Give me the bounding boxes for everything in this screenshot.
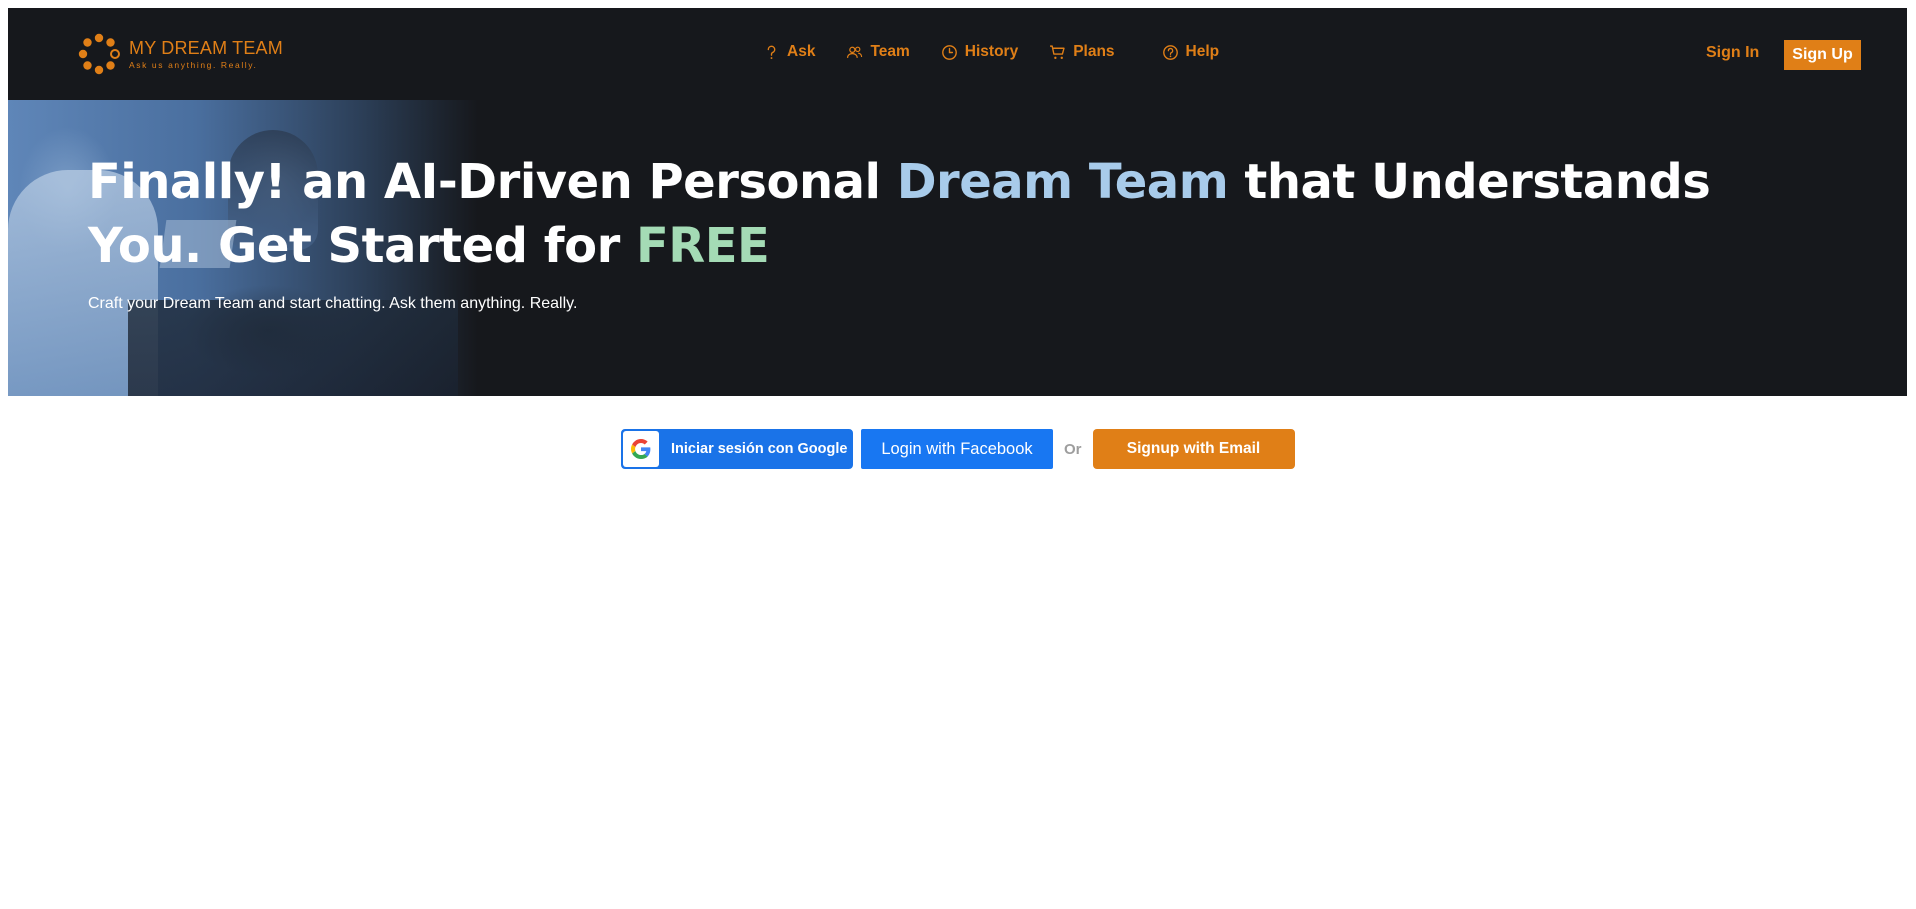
users-icon [847, 46, 863, 58]
google-signin-button[interactable]: Iniciar sesión con Google [621, 429, 853, 469]
nav-item-label: Help [1185, 43, 1220, 60]
nav-item-label: Team [870, 43, 910, 60]
auth-buttons: Iniciar sesión con Google Login with Fac… [621, 429, 1295, 469]
main-nav: Ask Team History Plans Help [763, 43, 1250, 61]
google-logo-box [623, 431, 659, 467]
nav-item-label: Ask [787, 43, 816, 60]
signup-email-button[interactable]: Signup with Email [1092, 429, 1295, 469]
nav-item-label: Plans [1073, 43, 1115, 60]
cart-icon [1050, 44, 1065, 59]
hero-title: Finally! an AI-Driven Personal Dream Tea… [88, 150, 1738, 278]
nav-item-label: History [964, 43, 1019, 60]
navbar: MY DREAM TEAM Ask us anything. Really. A… [8, 8, 1907, 100]
logo-icon [78, 33, 120, 75]
hero-title-part: Finally! an AI-Driven Personal [88, 154, 897, 210]
nav-item-team[interactable]: Team [846, 43, 910, 61]
hero-subtitle: Craft your Dream Team and start chatting… [88, 295, 578, 312]
nav-item-plans[interactable]: Plans [1049, 43, 1115, 61]
nav-item-history[interactable]: History [941, 43, 1018, 61]
hero-title-highlight-free: FREE [635, 218, 770, 274]
hero-title-highlight-dream-team: Dream Team [896, 154, 1229, 210]
hero-banner: Finally! an AI-Driven Personal Dream Tea… [8, 100, 1907, 396]
clock-icon [941, 44, 957, 60]
nav-item-help[interactable]: Help [1162, 43, 1220, 61]
brand-tagline: Ask us anything. Really. [129, 59, 258, 70]
google-icon [631, 439, 651, 459]
or-separator: Or [1064, 440, 1082, 458]
facebook-login-button[interactable]: Login with Facebook [861, 429, 1053, 469]
sign-in-link[interactable]: Sign In [1706, 44, 1759, 62]
google-signin-label: Iniciar sesión con Google [671, 441, 848, 457]
logo[interactable]: MY DREAM TEAM Ask us anything. Really. [78, 33, 283, 75]
question-icon [767, 45, 776, 59]
nav-item-ask[interactable]: Ask [763, 43, 815, 61]
brand-name: MY DREAM TEAM [129, 37, 283, 58]
page-frame: MY DREAM TEAM Ask us anything. Really. A… [8, 8, 1907, 396]
sign-up-button[interactable]: Sign Up [1784, 40, 1861, 70]
help-circle-icon [1162, 44, 1178, 60]
